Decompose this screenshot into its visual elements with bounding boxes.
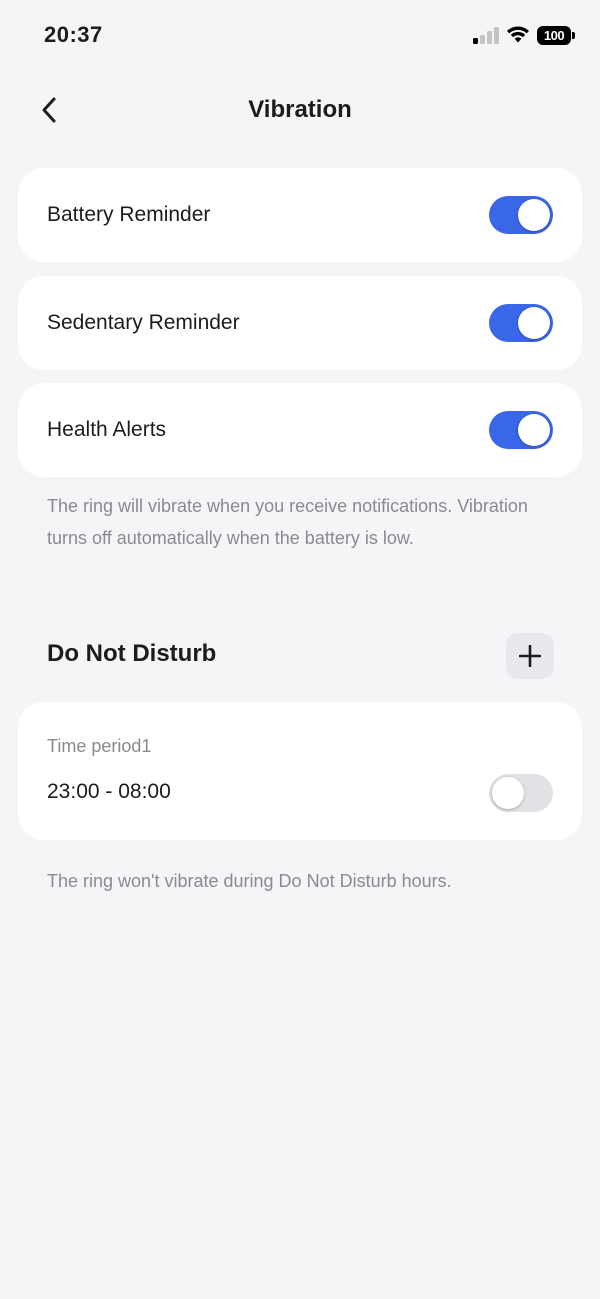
battery-indicator: 100 bbox=[537, 26, 571, 45]
status-time: 20:37 bbox=[44, 22, 103, 47]
toggle-knob bbox=[518, 414, 550, 446]
dnd-period-toggle[interactable] bbox=[489, 774, 553, 812]
toggle-knob bbox=[492, 777, 524, 809]
dnd-note: The ring won't vibrate during Do Not Dis… bbox=[47, 871, 452, 891]
cellular-signal-icon bbox=[473, 27, 501, 44]
battery-reminder-label: Battery Reminder bbox=[47, 203, 211, 226]
toggle-knob bbox=[518, 307, 550, 339]
status-bar: 20:37 100 bbox=[0, 0, 600, 72]
dnd-section-title: Do Not Disturb bbox=[47, 640, 217, 667]
health-alerts-row: Health Alerts bbox=[18, 383, 582, 477]
health-alerts-label: Health Alerts bbox=[47, 418, 167, 441]
sedentary-reminder-toggle[interactable] bbox=[489, 304, 553, 342]
battery-cap bbox=[572, 32, 575, 39]
period-time-range[interactable]: 23:00 - 08:00 bbox=[47, 780, 171, 804]
dnd-period-card: Time period1 23:00 - 08:00 bbox=[18, 702, 582, 840]
sedentary-reminder-row: Sedentary Reminder bbox=[18, 276, 582, 370]
sedentary-reminder-label: Sedentary Reminder bbox=[47, 311, 240, 334]
add-time-period-button[interactable] bbox=[506, 633, 554, 679]
vibration-note: The ring will vibrate when you receive n… bbox=[47, 496, 528, 548]
toggle-knob bbox=[518, 199, 550, 231]
battery-reminder-row: Battery Reminder bbox=[18, 168, 582, 262]
page-title: Vibration bbox=[248, 96, 352, 123]
plus-icon bbox=[519, 645, 541, 667]
wifi-icon bbox=[507, 26, 529, 43]
vibration-settings-screen: 20:37 100 Vibration Battery Reminder Sed… bbox=[0, 0, 600, 1299]
health-alerts-toggle[interactable] bbox=[489, 411, 553, 449]
battery-reminder-toggle[interactable] bbox=[489, 196, 553, 234]
period-name: Time period1 bbox=[47, 736, 152, 756]
